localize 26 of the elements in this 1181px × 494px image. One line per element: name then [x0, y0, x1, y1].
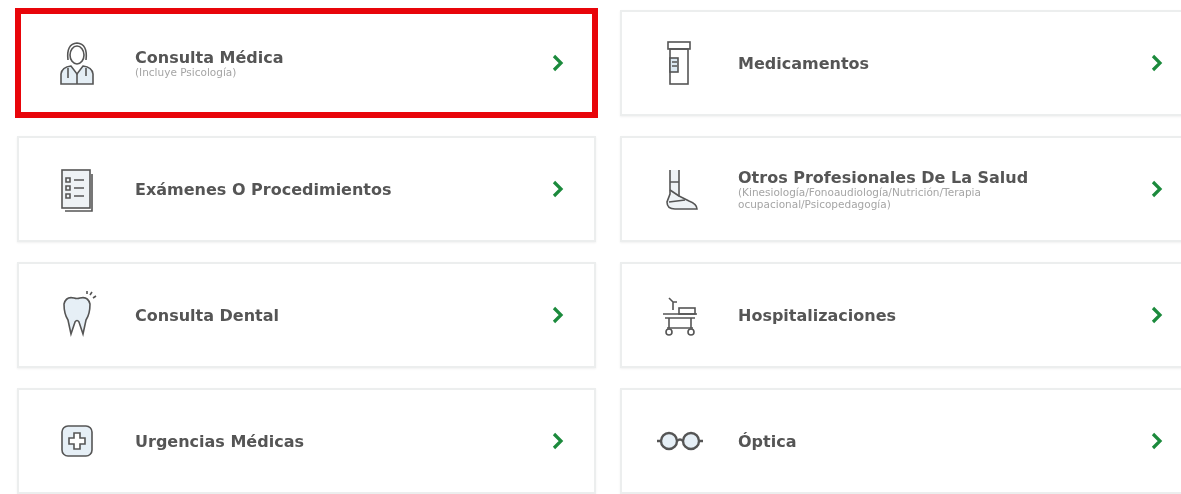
chevron-right-icon — [552, 54, 564, 72]
service-card[interactable]: Medicamentos — [620, 10, 1181, 116]
service-card[interactable]: Otros Profesionales De La Salud (Kinesiología/Fonoaudiología/Nutrición/Terapia ocupacional/Psicopedagogía) — [620, 136, 1181, 242]
card-title: Otros Profesionales De La Salud — [738, 168, 1030, 188]
chevron-right-icon — [1151, 54, 1163, 72]
card-title: Óptica — [738, 431, 798, 451]
chevron-right-icon — [1151, 306, 1163, 324]
service-card[interactable]: Consulta Médica (Incluye Psicología) — [17, 10, 596, 116]
service-card[interactable]: Urgencias Médicas — [17, 388, 596, 494]
chevron-right-icon — [552, 306, 564, 324]
service-card[interactable]: Consulta Dental — [17, 262, 596, 368]
service-card[interactable]: Óptica — [620, 388, 1181, 494]
chevron-right-icon — [1151, 180, 1163, 198]
chevron-right-icon — [1151, 432, 1163, 450]
card-title: Urgencias Médicas — [135, 431, 305, 451]
card-subtitle: (Kinesiología/Fonoaudiología/Nutrición/Terapia ocupacional/Psicopedagogía) — [738, 187, 982, 210]
service-card[interactable]: Hospitalizaciones — [620, 262, 1181, 368]
card-subtitle: (Incluye Psicología) — [135, 67, 238, 78]
card-title: Consulta Médica — [135, 48, 285, 67]
card-title: Consulta Dental — [135, 305, 280, 325]
card-title: Exámenes O Procedimientos — [135, 179, 393, 199]
card-title: Medicamentos — [738, 53, 871, 73]
service-card[interactable]: Exámenes O Procedimientos — [17, 136, 596, 242]
card-title: Hospitalizaciones — [738, 305, 898, 325]
chevron-right-icon — [552, 180, 564, 198]
chevron-right-icon — [552, 432, 564, 450]
